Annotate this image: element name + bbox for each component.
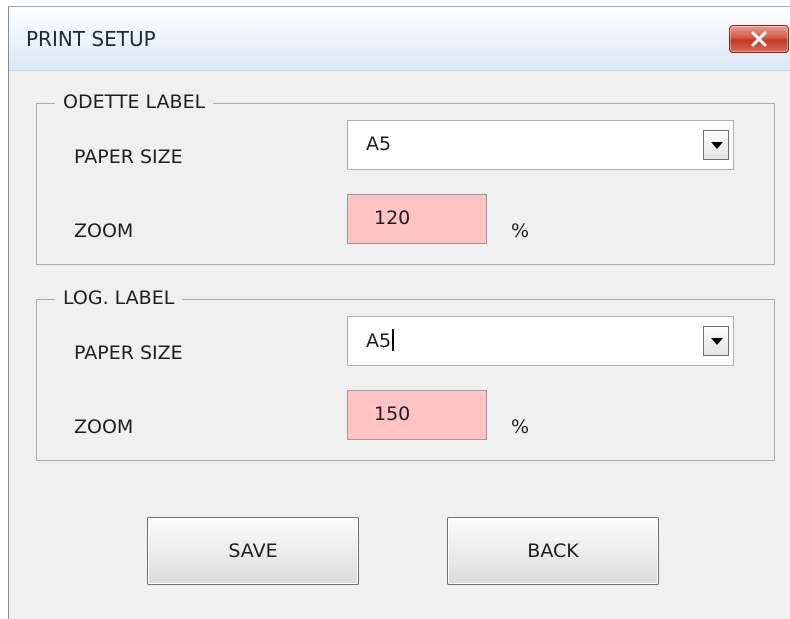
- dialog-title: PRINT SETUP: [26, 27, 156, 51]
- log-zoom-label: ZOOM: [74, 416, 134, 438]
- log-paper-size-text: A5: [366, 330, 392, 352]
- odette-zoom-unit: %: [511, 220, 530, 242]
- odette-paper-size-dropdown-button[interactable]: [703, 130, 729, 160]
- log-zoom-input[interactable]: 150: [347, 390, 487, 440]
- odette-paper-size-value: A5: [366, 133, 392, 155]
- log-zoom-unit: %: [511, 416, 530, 438]
- odette-zoom-input[interactable]: 120: [347, 194, 487, 244]
- title-bar: PRINT SETUP: [9, 7, 790, 71]
- odette-label-group: ODETTE LABEL PAPER SIZE A5 ZOOM 120 %: [36, 91, 775, 265]
- odette-paper-size-label: PAPER SIZE: [74, 146, 183, 168]
- log-zoom-value: 150: [374, 403, 411, 425]
- log-paper-size-label: PAPER SIZE: [74, 342, 183, 364]
- odette-zoom-value: 120: [374, 207, 411, 229]
- log-paper-size-value: A5: [366, 329, 395, 352]
- print-setup-dialog: PRINT SETUP ODETTE LABEL PAPER SIZE A5 Z…: [8, 6, 790, 619]
- log-label-group: LOG. LABEL PAPER SIZE A5 ZOOM 150 %: [36, 287, 775, 461]
- log-paper-size-dropdown-button[interactable]: [703, 326, 729, 356]
- log-paper-size-select[interactable]: A5: [347, 316, 734, 366]
- odette-paper-size-select[interactable]: A5: [347, 120, 734, 170]
- save-button[interactable]: SAVE: [147, 517, 359, 585]
- close-icon: [751, 31, 767, 47]
- back-button[interactable]: BACK: [447, 517, 659, 585]
- chevron-down-icon: [711, 338, 723, 345]
- close-button[interactable]: [729, 25, 789, 53]
- odette-label-legend: ODETTE LABEL: [55, 91, 214, 113]
- odette-zoom-label: ZOOM: [74, 220, 134, 242]
- log-label-legend: LOG. LABEL: [55, 287, 183, 309]
- text-cursor: [392, 329, 395, 351]
- chevron-down-icon: [711, 142, 723, 149]
